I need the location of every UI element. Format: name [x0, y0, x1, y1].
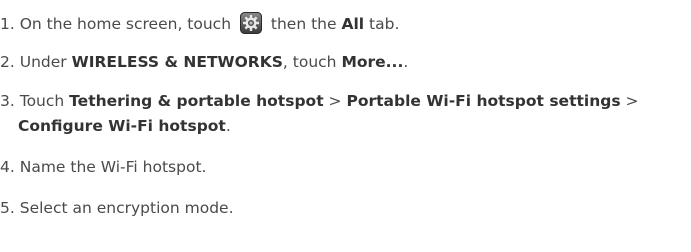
instruction-steps: 1. On the home screen, touch then the Al…	[0, 0, 691, 252]
step-number: 4.	[0, 158, 15, 176]
step-text: Select an encryption mode.	[19, 199, 234, 217]
tethering-hotspot-label: Tethering & portable hotspot	[69, 92, 324, 110]
step-5: 5. Select an encryption mode.	[0, 197, 234, 219]
step-text: tab.	[369, 15, 400, 33]
wireless-networks-label: WIRELESS & NETWORKS	[71, 53, 283, 71]
step-number: 3.	[0, 92, 15, 110]
step-text: Touch	[19, 92, 65, 110]
step-4: 4. Name the Wi-Fi hotspot.	[0, 156, 206, 178]
step-text: .	[403, 53, 409, 71]
step-text: Under	[19, 53, 67, 71]
more-label: More...	[341, 53, 404, 71]
step-2: 2. Under WIRELESS & NETWORKS, touch More…	[0, 51, 408, 73]
step-number: 2.	[0, 53, 15, 71]
step-1: 1. On the home screen, touch then the Al…	[0, 12, 399, 35]
step-text: then the	[270, 15, 337, 33]
all-tab-label: All	[341, 15, 365, 33]
step-3-continuation: Configure Wi-Fi hotspot.	[0, 115, 231, 137]
step-text: , touch	[282, 53, 337, 71]
hotspot-settings-label: Portable Wi-Fi hotspot settings	[346, 92, 621, 110]
step-text: On the home screen, touch	[19, 15, 232, 33]
breadcrumb-separator: >	[328, 92, 342, 110]
step-text: .	[225, 117, 231, 135]
configure-hotspot-label: Configure Wi-Fi hotspot	[18, 117, 226, 135]
breadcrumb-separator: >	[625, 92, 639, 110]
settings-gear-icon	[239, 12, 262, 34]
step-3: 3. Touch Tethering & portable hotspot > …	[0, 90, 639, 112]
step-text: Name the Wi-Fi hotspot.	[19, 158, 207, 176]
step-number: 5.	[0, 199, 15, 217]
step-number: 1.	[0, 15, 15, 33]
